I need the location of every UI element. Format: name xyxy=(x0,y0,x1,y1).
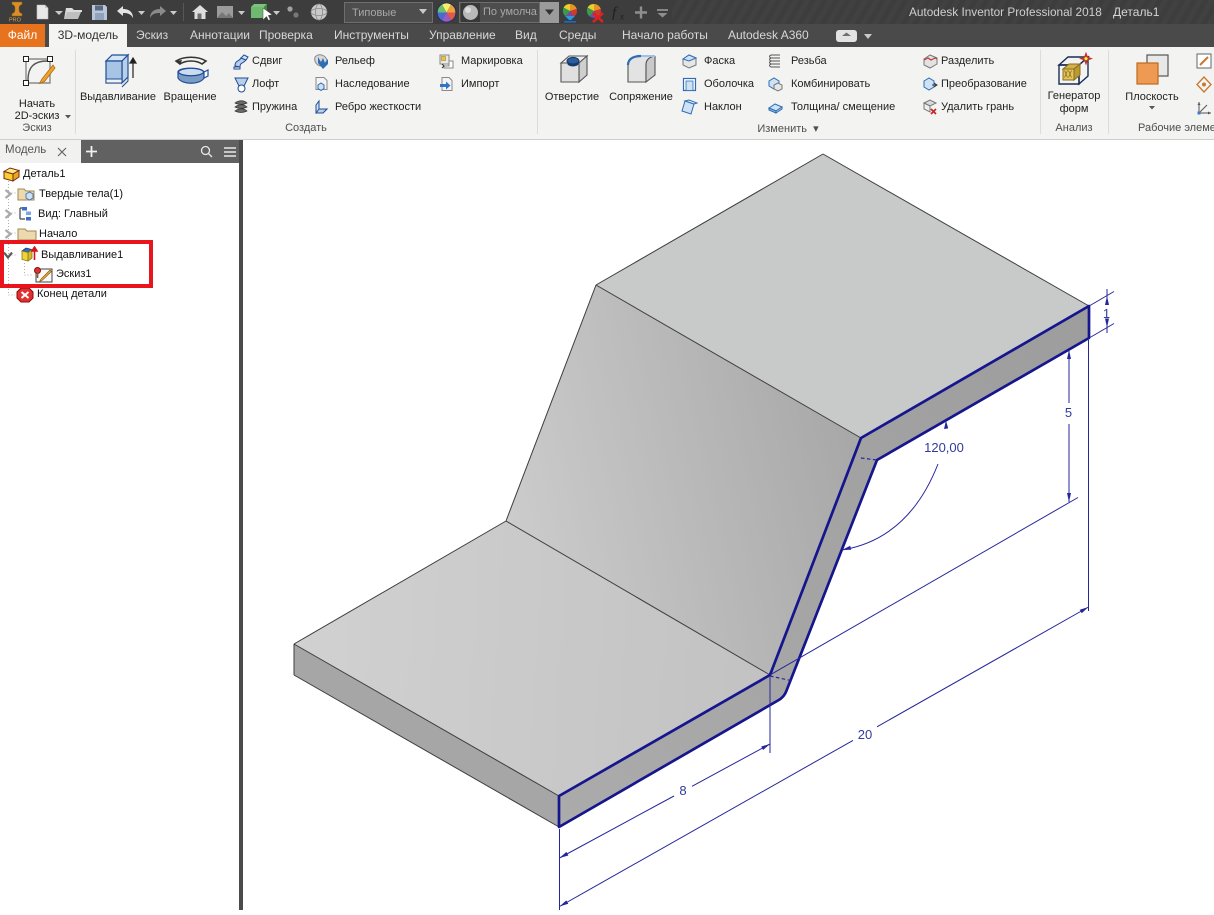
svg-text:1: 1 xyxy=(1103,306,1110,321)
svg-text:PRO: PRO xyxy=(9,18,22,24)
svg-text:x: x xyxy=(619,12,624,22)
svg-text:20: 20 xyxy=(858,727,872,742)
svg-text:8: 8 xyxy=(679,783,686,798)
svg-text:f: f xyxy=(612,5,618,21)
svg-text:120,00: 120,00 xyxy=(924,440,964,455)
svg-text:5: 5 xyxy=(1065,405,1072,420)
